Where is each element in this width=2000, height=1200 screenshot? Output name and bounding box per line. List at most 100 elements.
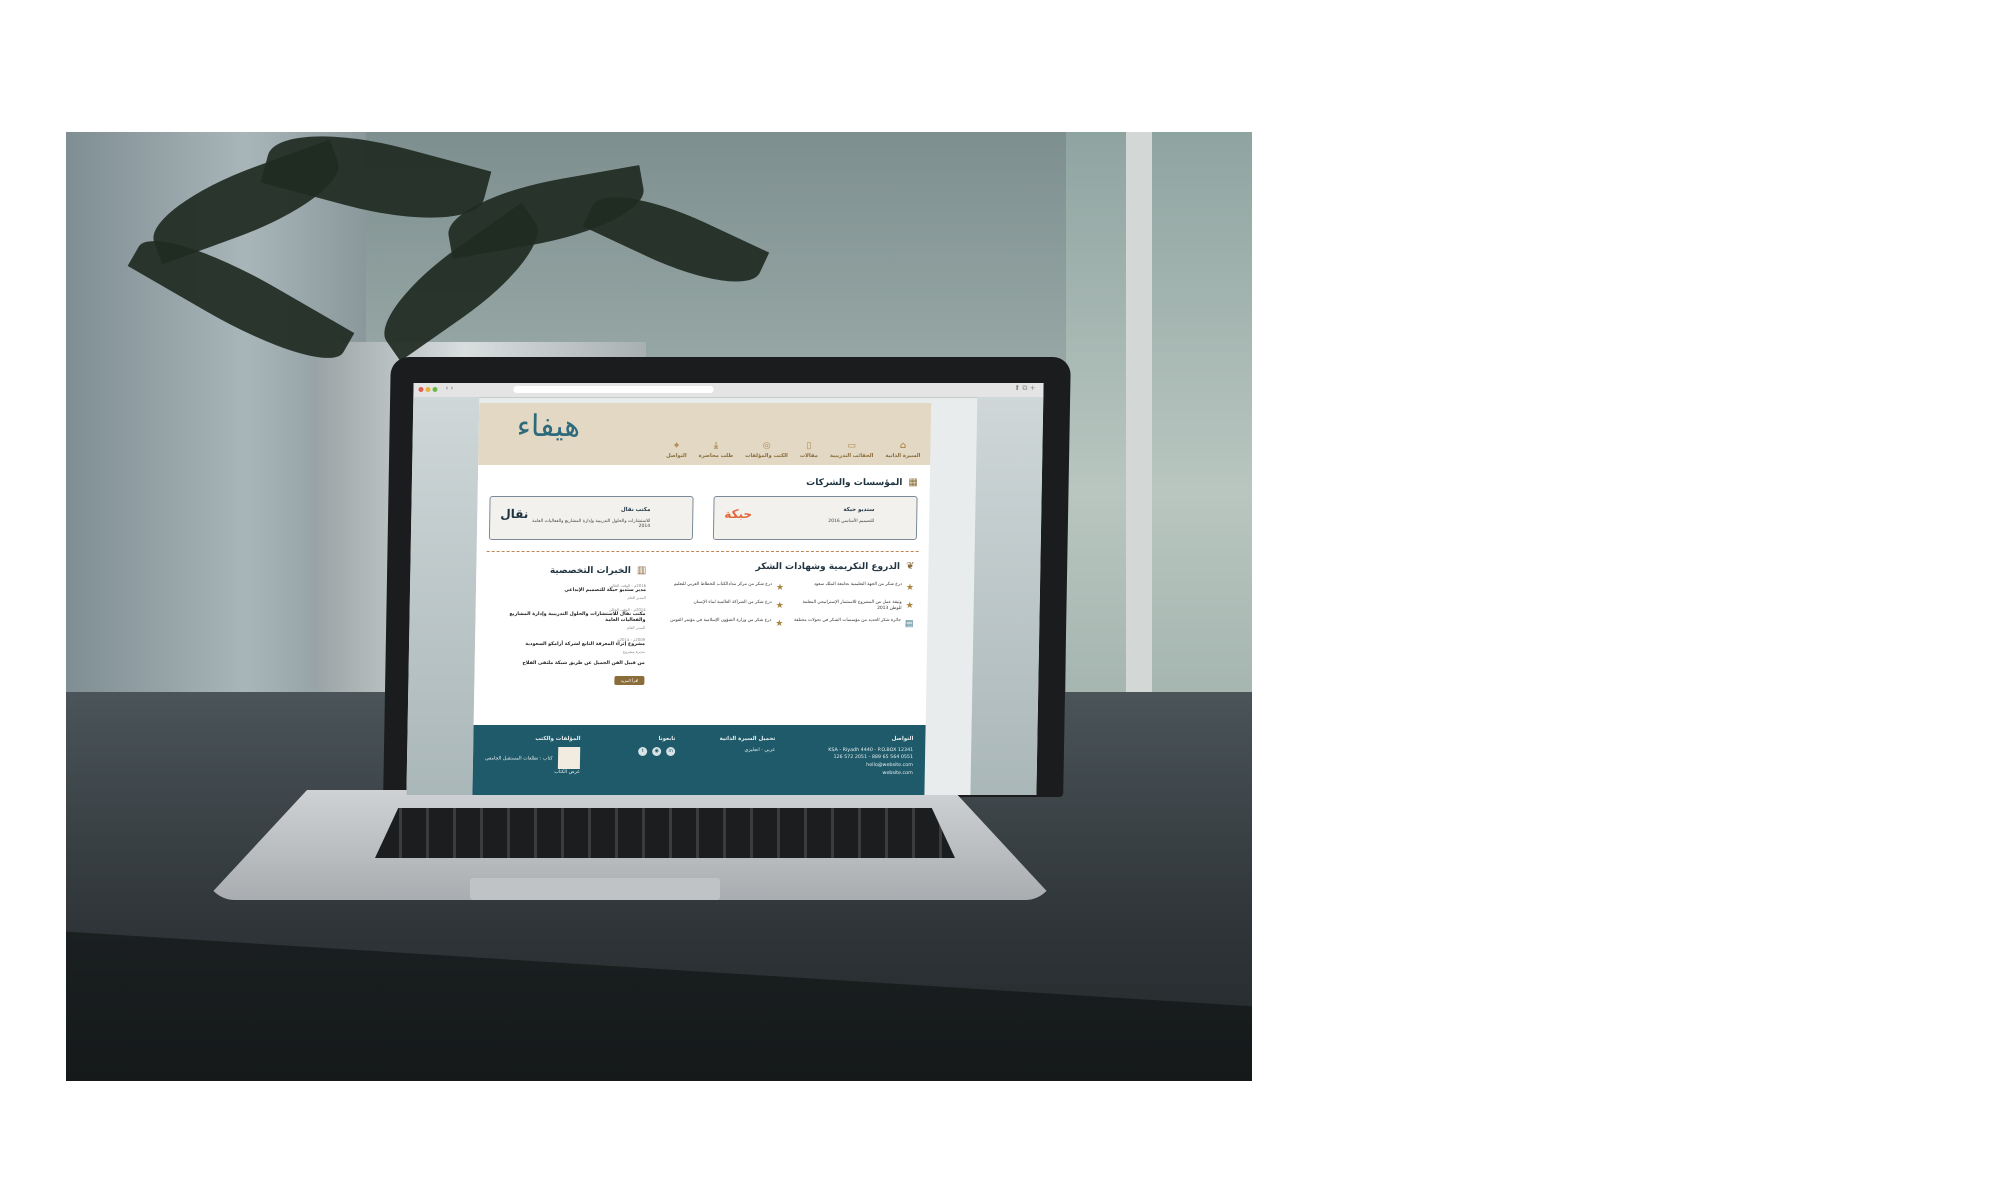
footer-heading: التواصل	[891, 736, 914, 742]
section-divider	[486, 551, 919, 552]
nav-label: التواصل	[666, 453, 687, 459]
nav-item-cv[interactable]: ⌂ السيرة الذاتية	[885, 441, 920, 459]
exp-role: المدير العام	[626, 624, 646, 630]
companies-title: ▦ المؤسسات والشركات	[490, 477, 918, 488]
star-shield-icon: ★	[905, 601, 914, 612]
minimize-dot-icon[interactable]	[425, 387, 431, 392]
linkedin-icon[interactable]: in	[666, 746, 676, 756]
book-cover[interactable]	[558, 746, 581, 769]
nav-item-books[interactable]: ◎ الكتب والمؤلفات	[745, 441, 788, 459]
cv-english-button[interactable]: انجليزي	[745, 748, 760, 753]
nav-item-articles[interactable]: ▯ مقالات	[800, 441, 818, 459]
nav-item-training[interactable]: ▭ الحقائب التدريبية	[830, 441, 874, 459]
awards-section: ❦ الدروع التكريمية وشهادات الشكر ★ درع شك…	[663, 561, 914, 630]
exp-title: مشروع إثراء المعرفة التابع لشركة أرامكو …	[525, 642, 646, 648]
star-shield-icon: ★	[775, 601, 784, 612]
awards-list: ★ درع شكر من الجهة التعليمية بجامعة الملك…	[663, 582, 914, 630]
instagram-icon[interactable]: ◉	[652, 746, 662, 756]
contact-website[interactable]: website.com	[828, 770, 913, 778]
footer-heading: تابعونا	[658, 736, 676, 742]
briefcase-icon: ▭	[847, 441, 857, 451]
experiences-title: ▥ الخبرات التخصصية	[496, 565, 647, 576]
list-item: 2009م - 2014م مشروع إثراء المعرفة التابع …	[495, 637, 645, 654]
footer-heading: تحميل السيرة الذاتية	[719, 736, 776, 742]
document-icon: ▯	[806, 441, 812, 451]
contact-address: KSA - Riyadh 4440 - P.O.BOX 12341	[828, 747, 914, 753]
list-item: ★ درع شكر من مركز مدادالكتاب للخطاط العرب…	[664, 582, 784, 594]
nav-label: طلب محاضرة	[698, 453, 734, 459]
back-forward-icon[interactable]: ‹ ›	[445, 384, 453, 392]
company-name: ستديو حبكة	[843, 507, 875, 513]
web-page: هيفاء ⌂ السيرة الذاتية ▭ الحقائب التدريبية…	[472, 403, 932, 795]
read-more-button[interactable]: اقرأ المزيد	[614, 676, 645, 686]
experiences-section: ▥ الخبرات التخصصية 2016م - الوقت الحالي م…	[494, 565, 646, 686]
award-text: وثيقة عمل من المشروع للاستثمار الإستراتي…	[802, 600, 902, 612]
main-nav: ⌂ السيرة الذاتية ▭ الحقائب التدريبية ▯ مقال…	[666, 441, 921, 459]
company-desc: للاستشارات والحلول التدريبية وإدارة المش…	[532, 519, 651, 529]
view-book-link[interactable]: عرض الكتاب	[554, 770, 580, 775]
list-item: ★ وثيقة عمل من المشروع للاستثمار الإسترات…	[794, 600, 914, 612]
page-backdrop-right	[970, 397, 1044, 795]
award-text: درع شكر من مركز مدادالكتاب للخطاط العربي…	[673, 582, 773, 587]
building-icon: ▦	[908, 477, 918, 488]
exp-title: من قبيل الفن الجميل عن طريق شبكة ملتقى ا…	[522, 660, 645, 666]
list-item: 2016م - الوقت الحالي مدير ستديو حبكة للتص…	[496, 583, 646, 600]
site-logo[interactable]: هيفاء	[517, 409, 581, 444]
social-links: t ◉ in	[638, 746, 676, 756]
trackpad	[470, 878, 720, 900]
contact-email[interactable]: hello@website.com	[828, 762, 913, 770]
company-card[interactable]: مكتب نقال للاستشارات والحلول التدريبية و…	[488, 496, 694, 540]
twitter-icon[interactable]: t	[638, 746, 648, 756]
exp-title: مكتب نقال للاستشارات والحلول التدريبية و…	[509, 611, 646, 624]
star-shield-icon: ★	[905, 583, 915, 593]
close-dot-icon[interactable]	[418, 387, 424, 392]
chart-icon: ▥	[636, 565, 647, 576]
exp-role: المدير العام	[627, 594, 646, 600]
section-heading: الخبرات التخصصية	[549, 565, 631, 576]
laurel-icon: ❦	[905, 561, 915, 572]
star-shield-icon: ★	[775, 583, 785, 593]
company-name: مكتب نقال	[620, 507, 651, 513]
nav-label: السيرة الذاتية	[885, 453, 921, 459]
share-icon[interactable]: ⬆ ⧉ +	[1014, 384, 1035, 393]
nav-item-contact[interactable]: ⌖ التواصل	[666, 441, 687, 459]
contact-phone: 0551 564 65 889 - 2051 572 126	[833, 755, 914, 761]
address-bar[interactable]	[513, 386, 714, 393]
section-heading: المؤسسات والشركات	[806, 477, 903, 488]
book-icon: ◎	[762, 441, 771, 451]
footer-social: تابعونا t ◉ in	[638, 735, 675, 756]
company-cards: ستديو حبكة للتصميم الأساسي 2016 حبكة مكت…	[488, 496, 918, 540]
page-backdrop-left	[406, 397, 480, 795]
location-icon: ⌖	[673, 441, 680, 451]
book-caption: كتاب : تطلعات المستقبل الجامعي	[484, 756, 553, 762]
certificate-icon: ▤	[904, 619, 914, 630]
footer-heading: المؤلفات والكتب	[535, 736, 581, 742]
nav-label: الكتب والمؤلفات	[745, 453, 788, 459]
laptop-screen: ‹ › ⬆ ⧉ + هيفاء ⌂ السيرة الذاتية ▭ الحقائب…	[406, 383, 1044, 795]
award-text: جائزة شكر الحديد من مؤسسات الشكر في تحول…	[794, 618, 901, 624]
exp-role: مديرة مشروع	[622, 648, 645, 654]
awards-title: ❦ الدروع التكريمية وشهادات الشكر	[664, 561, 914, 572]
list-item: ★ درع شكر من وزارة الشؤون الإسلامية في مؤ…	[663, 618, 783, 630]
cv-arabic-button[interactable]: عربي	[764, 748, 775, 753]
companies-section: ▦ المؤسسات والشركات ستديو حبكة للتصميم ا…	[488, 477, 918, 540]
footer-contact: التواصل KSA - Riyadh 4440 - P.O.BOX 1234…	[828, 735, 914, 777]
company-desc: للتصميم الأساسي 2016	[828, 519, 875, 524]
award-text: درع شكر من وزارة الشؤون الإسلامية في مؤت…	[670, 618, 772, 624]
list-item: ▤ جائزة شكر الحديد من مؤسسات الشكر في تحو…	[793, 618, 913, 630]
star-shield-icon: ★	[775, 619, 784, 630]
nav-label: الحقائب التدريبية	[829, 453, 874, 459]
site-footer: التواصل KSA - Riyadh 4440 - P.O.BOX 1234…	[472, 725, 926, 795]
building-icon: ⌂	[899, 441, 907, 451]
list-item: ★ درع شكر من الشراكة العالمية لبناء الإنس…	[664, 600, 784, 612]
maximize-dot-icon[interactable]	[432, 387, 438, 392]
company-logo: نقال	[500, 507, 529, 521]
company-logo: حبكة	[724, 507, 753, 521]
company-card[interactable]: ستديو حبكة للتصميم الأساسي 2016 حبكة	[712, 496, 918, 540]
nav-item-lecture[interactable]: ⤓ طلب محاضرة	[699, 441, 734, 459]
nav-label: مقالات	[799, 453, 818, 459]
list-item: ★ درع شكر من الجهة التعليمية بجامعة الملك…	[794, 582, 914, 594]
keyboard	[375, 808, 955, 858]
section-heading: الدروع التكريمية وشهادات الشكر	[755, 561, 901, 572]
list-item: من قبيل الفن الجميل عن طريق شبكة ملتقى ا…	[495, 660, 645, 667]
